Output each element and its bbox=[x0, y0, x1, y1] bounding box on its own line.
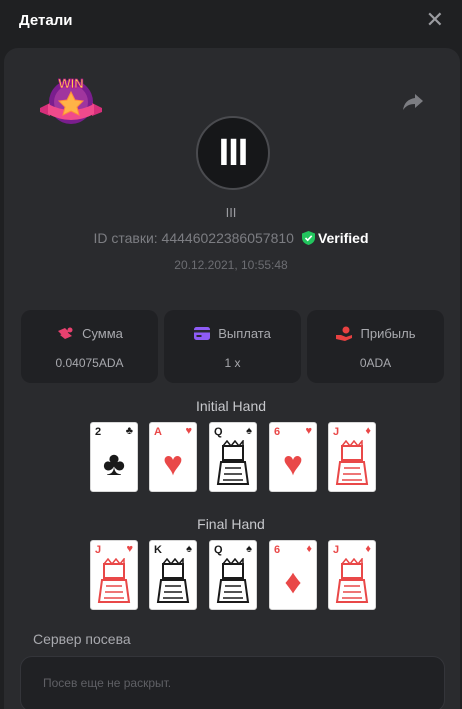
playing-card: 6 ♥ ♥ bbox=[269, 422, 317, 492]
card-face bbox=[210, 557, 256, 607]
card-face: ♥ bbox=[282, 444, 304, 483]
stat-profit: Прибыль 0ADA bbox=[307, 310, 444, 383]
coins-icon bbox=[58, 327, 73, 339]
card-face: ♥ bbox=[162, 444, 184, 483]
card-suit: ♠ bbox=[246, 543, 252, 555]
stat-payout-label: Выплата bbox=[218, 326, 271, 341]
card-suit: ♥ bbox=[305, 425, 312, 437]
card-suit: ♦ bbox=[365, 425, 371, 437]
card-rank: J bbox=[333, 426, 340, 438]
modal-title: Детали bbox=[19, 11, 73, 29]
playing-card: A ♥ ♥ bbox=[149, 422, 197, 492]
playing-card: Q ♠ bbox=[209, 540, 257, 610]
card-face bbox=[150, 557, 196, 607]
playing-card: J ♥ bbox=[90, 540, 138, 610]
card-suit: ♥ bbox=[185, 425, 192, 437]
card-suit: ♥ bbox=[126, 543, 133, 555]
playing-card: 2 ♣ ♣ bbox=[90, 422, 138, 492]
card-face bbox=[210, 439, 256, 489]
modal-header: Детали ✕ bbox=[0, 0, 462, 40]
card-rank: 6 bbox=[274, 544, 281, 556]
final-hand-title: Final Hand bbox=[197, 516, 265, 532]
close-icon[interactable]: ✕ bbox=[426, 9, 444, 31]
shield-check-icon bbox=[301, 231, 315, 245]
card-rank: 2 bbox=[95, 426, 102, 438]
bet-date: 20.12.2021, 10:55:48 bbox=[174, 258, 288, 272]
playing-card: J ♦ bbox=[328, 422, 376, 492]
badge-text: WIN bbox=[58, 76, 83, 91]
card-face: ♦ bbox=[284, 562, 302, 601]
card-suit: ♣ bbox=[125, 425, 133, 437]
card-rank: A bbox=[154, 426, 162, 438]
playing-card: 6 ♦ ♦ bbox=[269, 540, 317, 610]
card-rank: 6 bbox=[274, 426, 281, 438]
stat-profit-value: 0ADA bbox=[359, 356, 392, 370]
verified-label: Verified bbox=[317, 230, 369, 246]
card-rank: J bbox=[95, 544, 102, 556]
hand-coin-icon bbox=[335, 326, 352, 341]
card-suit: ♦ bbox=[365, 543, 371, 555]
bet-id: ID ставки: 44446022386057810 bbox=[93, 230, 294, 246]
playing-card: J ♦ bbox=[328, 540, 376, 610]
playing-card: K ♠ bbox=[149, 540, 197, 610]
stat-amount: Сумма 0.04075ADA bbox=[21, 310, 158, 383]
server-seed-label: Сервер посева bbox=[33, 631, 131, 647]
card-suit: ♠ bbox=[246, 425, 252, 437]
card-suit: ♠ bbox=[186, 543, 192, 555]
initial-hand-title: Initial Hand bbox=[195, 398, 267, 414]
card-rank: J bbox=[333, 544, 340, 556]
details-modal: Детали ✕ WIN III III ID ставки: 44446022… bbox=[0, 0, 462, 709]
card-face bbox=[91, 557, 137, 607]
card-rank: Q bbox=[214, 426, 223, 438]
server-seed-field[interactable]: Посев еще не раскрыт. bbox=[20, 656, 445, 709]
bet-id-row: ID ставки: 44446022386057810 Verified bbox=[0, 230, 462, 246]
stat-amount-value: 0.04075ADA bbox=[55, 356, 124, 370]
verified-badge[interactable]: Verified bbox=[301, 230, 369, 246]
avatar: III bbox=[196, 116, 270, 190]
card-rank: Q bbox=[214, 544, 223, 556]
card-icon bbox=[194, 327, 211, 340]
card-face bbox=[329, 557, 375, 607]
stat-payout: Выплата 1 x bbox=[164, 310, 301, 383]
playing-card: Q ♠ bbox=[209, 422, 257, 492]
stat-payout-value: 1 x bbox=[224, 356, 241, 370]
card-face: ♣ bbox=[102, 444, 126, 483]
card-suit: ♦ bbox=[306, 543, 312, 555]
username: III bbox=[225, 205, 237, 220]
stat-profit-label: Прибыль bbox=[360, 326, 416, 341]
stat-amount-label: Сумма bbox=[82, 326, 123, 341]
card-rank: K bbox=[154, 544, 162, 556]
win-badge-icon: WIN bbox=[40, 76, 102, 124]
card-face bbox=[329, 439, 375, 489]
share-icon[interactable] bbox=[401, 89, 425, 113]
